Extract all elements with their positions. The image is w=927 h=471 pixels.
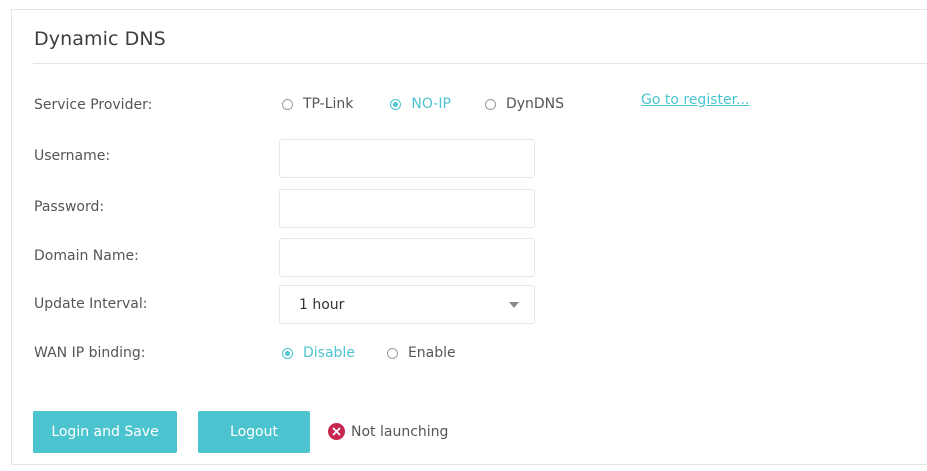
service-provider-radio-group: TP-Link NO-IP DynDNS (282, 96, 564, 112)
username-input[interactable] (279, 139, 535, 178)
radio-circle-icon (282, 347, 293, 359)
update-interval-select[interactable]: 1 hour (279, 285, 535, 324)
login-and-save-button[interactable]: Login and Save (33, 411, 177, 453)
service-provider-label: Service Provider: (34, 97, 153, 113)
radio-label: Enable (407, 345, 456, 361)
dynamic-dns-panel (11, 9, 927, 465)
radio-circle-icon (386, 347, 398, 359)
password-label: Password: (34, 199, 105, 215)
connection-status: Not launching (328, 423, 448, 440)
update-interval-label: Update Interval: (34, 296, 148, 312)
radio-dyndns[interactable]: DynDNS (484, 96, 565, 112)
radio-disable[interactable]: Disable (282, 345, 355, 361)
domain-name-label: Domain Name: (34, 248, 139, 264)
radio-tp-link[interactable]: TP-Link (282, 96, 353, 112)
status-text: Not launching (351, 423, 449, 440)
title-divider (33, 63, 927, 64)
radio-enable[interactable]: Enable (386, 345, 456, 361)
radio-circle-icon (282, 98, 293, 110)
chevron-down-icon (509, 301, 519, 308)
radio-label: Disable (303, 345, 355, 361)
password-input[interactable] (279, 189, 535, 228)
radio-label: DynDNS (505, 96, 565, 112)
radio-label: TP-Link (303, 96, 354, 112)
wan-ip-binding-radio-group: Disable Enable (282, 345, 456, 361)
update-interval-value: 1 hour (299, 296, 345, 313)
wan-ip-binding-label: WAN IP binding: (34, 345, 146, 361)
logout-button[interactable]: Logout (198, 411, 310, 453)
domain-name-input[interactable] (279, 238, 535, 277)
error-x-icon (328, 423, 345, 440)
radio-label: NO-IP (411, 96, 451, 112)
go-to-register-link[interactable]: Go to register... (641, 92, 749, 108)
username-label: Username: (34, 148, 111, 164)
section-title: Dynamic DNS (34, 28, 166, 50)
radio-circle-icon (390, 98, 402, 110)
radio-circle-icon (484, 98, 496, 110)
radio-no-ip[interactable]: NO-IP (390, 96, 451, 112)
